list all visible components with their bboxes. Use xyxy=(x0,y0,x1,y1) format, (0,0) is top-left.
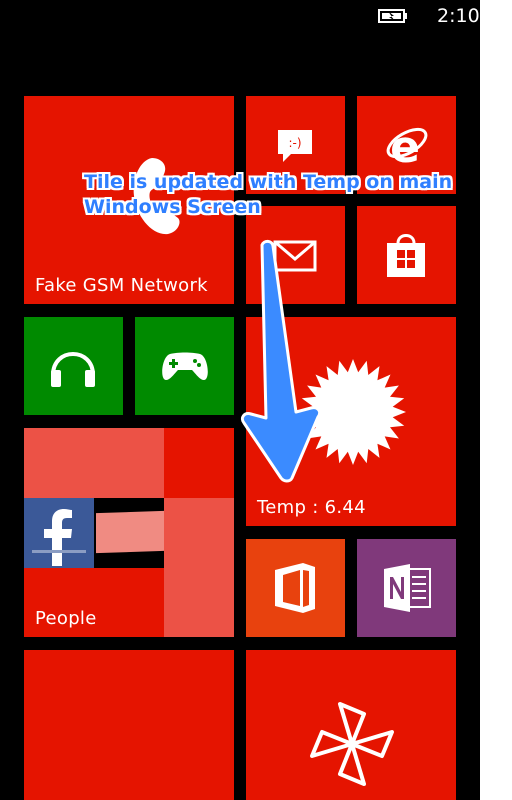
people-photo-cell xyxy=(164,498,234,637)
office-icon xyxy=(275,563,315,613)
people-photo-cell xyxy=(24,428,94,498)
headphones-icon xyxy=(51,352,95,387)
bottom-left-tile[interactable] xyxy=(24,650,234,800)
pinwheel-icon xyxy=(310,702,394,786)
status-bar: 2:10 xyxy=(0,0,480,34)
store-tile[interactable] xyxy=(357,206,456,304)
onenote-icon xyxy=(384,564,431,612)
screen-edge xyxy=(480,0,512,800)
pinwheel-tile[interactable] xyxy=(246,650,456,800)
people-tile-label: People xyxy=(35,608,97,629)
store-icon xyxy=(387,234,425,277)
messaging-smiley-text: :-) xyxy=(288,136,301,150)
messaging-icon: :-) xyxy=(278,130,312,162)
temperature-tile[interactable]: Temp : 6.44 xyxy=(246,317,456,526)
facebook-cell xyxy=(24,498,94,568)
annotation-line-1: Tile is updated with Temp on main xyxy=(84,171,453,193)
phone-tile-label: Fake GSM Network xyxy=(35,275,208,296)
games-tile[interactable] xyxy=(135,317,234,415)
mail-tile[interactable] xyxy=(246,206,345,304)
annotation-callout: Tile is updated with Temp on main Window… xyxy=(84,170,484,220)
mail-icon xyxy=(273,240,317,272)
internet-explorer-icon: e xyxy=(386,122,428,168)
annotation-line-2: Windows Screen xyxy=(84,196,261,218)
people-photo-cell xyxy=(96,510,164,554)
sunburst-icon xyxy=(300,359,406,465)
people-photo-cell xyxy=(94,428,164,498)
office-tile[interactable] xyxy=(246,539,345,637)
xbox-controller-icon xyxy=(162,352,208,381)
battery-charging-icon xyxy=(378,9,407,23)
people-tile[interactable]: People xyxy=(24,428,234,637)
people-photo-cell xyxy=(164,428,234,498)
facebook-icon xyxy=(32,509,86,566)
people-photo-cell xyxy=(94,568,164,637)
clock: 2:10 xyxy=(437,5,480,27)
music-tile[interactable] xyxy=(24,317,123,415)
temperature-label: Temp : 6.44 xyxy=(257,497,366,518)
onenote-tile[interactable] xyxy=(357,539,456,637)
